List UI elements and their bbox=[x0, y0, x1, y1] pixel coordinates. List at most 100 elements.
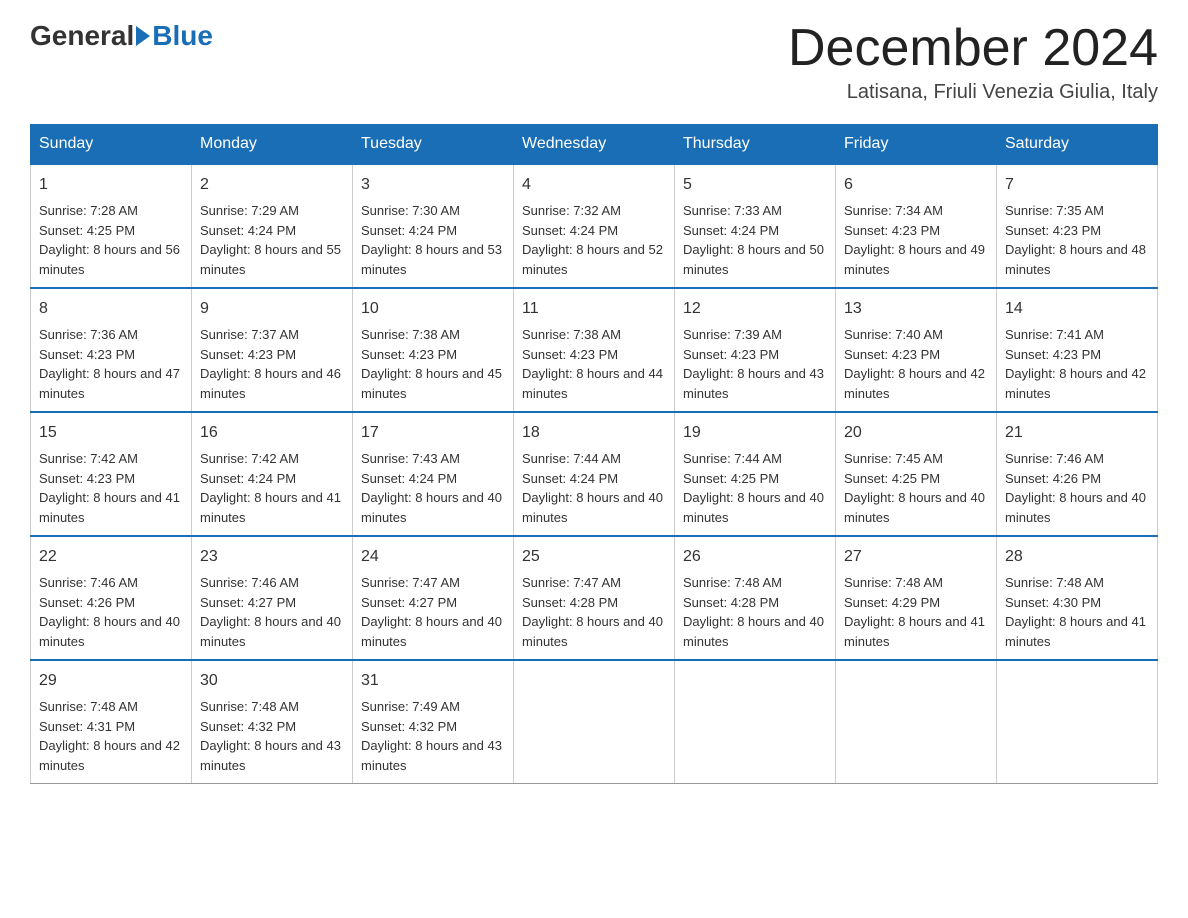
daylight-text: Daylight: 8 hours and 53 minutes bbox=[361, 242, 502, 277]
calendar-day-cell: 3Sunrise: 7:30 AMSunset: 4:24 PMDaylight… bbox=[353, 164, 514, 288]
sunrise-text: Sunrise: 7:49 AM bbox=[361, 699, 460, 714]
daylight-text: Daylight: 8 hours and 48 minutes bbox=[1005, 242, 1146, 277]
sunset-text: Sunset: 4:23 PM bbox=[844, 347, 940, 362]
day-number: 25 bbox=[522, 545, 666, 569]
calendar-week-row: 8Sunrise: 7:36 AMSunset: 4:23 PMDaylight… bbox=[31, 288, 1158, 412]
sunset-text: Sunset: 4:24 PM bbox=[361, 223, 457, 238]
day-number: 31 bbox=[361, 669, 505, 693]
sunset-text: Sunset: 4:25 PM bbox=[844, 471, 940, 486]
calendar-day-cell: 24Sunrise: 7:47 AMSunset: 4:27 PMDayligh… bbox=[353, 536, 514, 660]
sunset-text: Sunset: 4:24 PM bbox=[522, 471, 618, 486]
daylight-text: Daylight: 8 hours and 41 minutes bbox=[844, 614, 985, 649]
calendar-day-cell: 12Sunrise: 7:39 AMSunset: 4:23 PMDayligh… bbox=[675, 288, 836, 412]
daylight-text: Daylight: 8 hours and 40 minutes bbox=[683, 490, 824, 525]
sunrise-text: Sunrise: 7:44 AM bbox=[522, 451, 621, 466]
calendar-day-cell: 22Sunrise: 7:46 AMSunset: 4:26 PMDayligh… bbox=[31, 536, 192, 660]
logo-blue-text: Blue bbox=[152, 20, 213, 52]
day-number: 22 bbox=[39, 545, 183, 569]
day-number: 13 bbox=[844, 297, 988, 321]
sunrise-text: Sunrise: 7:32 AM bbox=[522, 203, 621, 218]
sunset-text: Sunset: 4:25 PM bbox=[683, 471, 779, 486]
sunset-text: Sunset: 4:30 PM bbox=[1005, 595, 1101, 610]
sunrise-text: Sunrise: 7:42 AM bbox=[39, 451, 138, 466]
daylight-text: Daylight: 8 hours and 46 minutes bbox=[200, 366, 341, 401]
day-header-tuesday: Tuesday bbox=[353, 125, 514, 165]
daylight-text: Daylight: 8 hours and 41 minutes bbox=[39, 490, 180, 525]
calendar-day-cell: 9Sunrise: 7:37 AMSunset: 4:23 PMDaylight… bbox=[192, 288, 353, 412]
day-number: 18 bbox=[522, 421, 666, 445]
day-number: 4 bbox=[522, 173, 666, 197]
sunrise-text: Sunrise: 7:38 AM bbox=[522, 327, 621, 342]
sunrise-text: Sunrise: 7:46 AM bbox=[200, 575, 299, 590]
daylight-text: Daylight: 8 hours and 40 minutes bbox=[844, 490, 985, 525]
sunset-text: Sunset: 4:23 PM bbox=[361, 347, 457, 362]
calendar-day-cell: 29Sunrise: 7:48 AMSunset: 4:31 PMDayligh… bbox=[31, 660, 192, 784]
calendar-week-row: 15 Sunrise: 7:42 AM Sunset: 4:23 PM Dayligh… bbox=[31, 412, 1158, 536]
day-header-friday: Friday bbox=[836, 125, 997, 165]
daylight-text: Daylight: 8 hours and 43 minutes bbox=[361, 738, 502, 773]
sunset-text: Sunset: 4:23 PM bbox=[844, 223, 940, 238]
sunrise-text: Sunrise: 7:33 AM bbox=[683, 203, 782, 218]
sunset-text: Sunset: 4:23 PM bbox=[683, 347, 779, 362]
calendar-day-cell: 15 Sunrise: 7:42 AM Sunset: 4:23 PM Dayligh… bbox=[31, 412, 192, 536]
sunrise-text: Sunrise: 7:34 AM bbox=[844, 203, 943, 218]
day-header-sunday: Sunday bbox=[31, 125, 192, 165]
daylight-text: Daylight: 8 hours and 43 minutes bbox=[200, 738, 341, 773]
day-number: 12 bbox=[683, 297, 827, 321]
sunset-text: Sunset: 4:27 PM bbox=[361, 595, 457, 610]
day-number: 20 bbox=[844, 421, 988, 445]
daylight-text: Daylight: 8 hours and 40 minutes bbox=[361, 490, 502, 525]
calendar-week-row: 22 Sunrise: 7:46 AM Sunset: 4:26 PM Dayligh… bbox=[31, 536, 1158, 660]
day-number: 15 bbox=[39, 421, 183, 445]
calendar-day-cell: 30Sunrise: 7:48 AMSunset: 4:32 PMDayligh… bbox=[192, 660, 353, 784]
sunrise-text: Sunrise: 7:48 AM bbox=[844, 575, 943, 590]
sunset-text: Sunset: 4:24 PM bbox=[200, 471, 296, 486]
day-number: 21 bbox=[1005, 421, 1149, 445]
sunset-text: Sunset: 4:32 PM bbox=[200, 719, 296, 734]
calendar-day-cell: 10Sunrise: 7:38 AMSunset: 4:23 PMDayligh… bbox=[353, 288, 514, 412]
sunset-text: Sunset: 4:24 PM bbox=[361, 471, 457, 486]
daylight-text: Daylight: 8 hours and 55 minutes bbox=[200, 242, 341, 277]
daylight-text: Daylight: 8 hours and 47 minutes bbox=[39, 366, 180, 401]
calendar-day-cell: 21Sunrise: 7:46 AMSunset: 4:26 PMDayligh… bbox=[997, 412, 1158, 536]
sunset-text: Sunset: 4:31 PM bbox=[39, 719, 135, 734]
sunrise-text: Sunrise: 7:28 AM bbox=[39, 203, 138, 218]
daylight-text: Daylight: 8 hours and 50 minutes bbox=[683, 242, 824, 277]
day-number: 8 bbox=[39, 297, 183, 321]
day-number: 3 bbox=[361, 173, 505, 197]
logo-general-text: General bbox=[30, 20, 134, 52]
sunset-text: Sunset: 4:26 PM bbox=[39, 595, 135, 610]
page-header: General Blue December 2024 Latisana, Fri… bbox=[30, 20, 1158, 104]
daylight-text: Daylight: 8 hours and 40 minutes bbox=[683, 614, 824, 649]
calendar-day-cell: 8Sunrise: 7:36 AMSunset: 4:23 PMDaylight… bbox=[31, 288, 192, 412]
day-number: 10 bbox=[361, 297, 505, 321]
month-title: December 2024 bbox=[788, 20, 1158, 77]
sunset-text: Sunset: 4:23 PM bbox=[39, 347, 135, 362]
sunset-text: Sunset: 4:28 PM bbox=[522, 595, 618, 610]
calendar-day-cell: 13Sunrise: 7:40 AMSunset: 4:23 PMDayligh… bbox=[836, 288, 997, 412]
sunrise-text: Sunrise: 7:37 AM bbox=[200, 327, 299, 342]
calendar-header-row: SundayMondayTuesdayWednesdayThursdayFrid… bbox=[31, 125, 1158, 165]
day-number: 9 bbox=[200, 297, 344, 321]
day-number: 17 bbox=[361, 421, 505, 445]
calendar-day-cell: 7Sunrise: 7:35 AMSunset: 4:23 PMDaylight… bbox=[997, 164, 1158, 288]
day-number: 6 bbox=[844, 173, 988, 197]
sunset-text: Sunset: 4:29 PM bbox=[844, 595, 940, 610]
day-number: 11 bbox=[522, 297, 666, 321]
daylight-text: Daylight: 8 hours and 42 minutes bbox=[844, 366, 985, 401]
day-number: 26 bbox=[683, 545, 827, 569]
day-number: 23 bbox=[200, 545, 344, 569]
daylight-text: Daylight: 8 hours and 41 minutes bbox=[200, 490, 341, 525]
sunrise-text: Sunrise: 7:46 AM bbox=[1005, 451, 1104, 466]
calendar-day-cell: 31 Sunrise: 7:49 AM Sunset: 4:32 PM Dayligh… bbox=[353, 660, 514, 784]
logo-triangle-icon bbox=[136, 26, 150, 46]
day-number: 14 bbox=[1005, 297, 1149, 321]
daylight-text: Daylight: 8 hours and 44 minutes bbox=[522, 366, 663, 401]
sunset-text: Sunset: 4:32 PM bbox=[361, 719, 457, 734]
sunrise-text: Sunrise: 7:48 AM bbox=[1005, 575, 1104, 590]
calendar-day-cell: 1Sunrise: 7:28 AMSunset: 4:25 PMDaylight… bbox=[31, 164, 192, 288]
sunset-text: Sunset: 4:27 PM bbox=[200, 595, 296, 610]
sunset-text: Sunset: 4:25 PM bbox=[39, 223, 135, 238]
calendar-day-cell: 18Sunrise: 7:44 AMSunset: 4:24 PMDayligh… bbox=[514, 412, 675, 536]
sunset-text: Sunset: 4:23 PM bbox=[39, 471, 135, 486]
